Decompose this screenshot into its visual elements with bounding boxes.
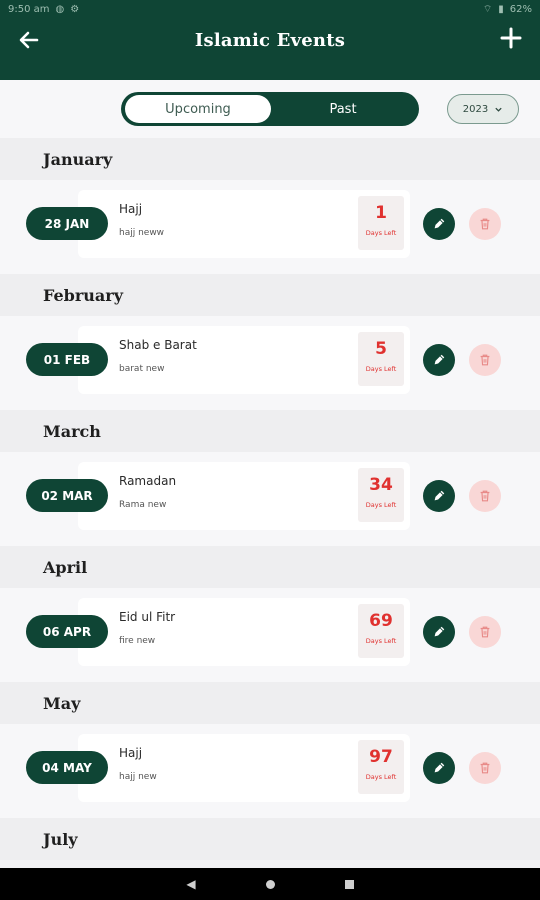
event-title: Shab e Barat	[119, 338, 197, 352]
event-row: 28 JAN Hajj hajj neww 1 Days Left	[0, 180, 540, 274]
wifi-icon: ⌔	[482, 3, 493, 15]
status-bar: 9:50 am ◍ ⚙ ⌔ ▮ 62%	[0, 0, 540, 18]
filter-bar: Upcoming Past 2023	[0, 80, 540, 138]
edit-button[interactable]	[423, 480, 455, 512]
days-left-box: 34 Days Left	[358, 468, 404, 522]
event-date: 02 MAR	[26, 479, 108, 512]
settings-icon: ⚙	[70, 3, 80, 15]
events-list[interactable]: January 28 JAN Hajj hajj neww 1 Days Lef…	[0, 138, 540, 868]
days-left-count: 5	[375, 339, 387, 359]
event-subtitle: hajj new	[119, 772, 157, 782]
notification-icon: ◍	[55, 3, 65, 15]
event-title: Eid ul Fitr	[119, 610, 176, 624]
month-header: April	[0, 546, 540, 588]
trash-icon	[480, 354, 490, 366]
event-subtitle: hajj neww	[119, 228, 165, 238]
event-card[interactable]: Ramadan Rama new 34 Days Left	[78, 462, 410, 530]
trash-icon	[480, 490, 490, 502]
days-left-count: 1	[375, 203, 387, 223]
month-header: July	[0, 818, 540, 860]
battery-level: 62%	[509, 3, 532, 15]
days-left-count: 69	[369, 611, 393, 631]
month-header: March	[0, 410, 540, 452]
edit-button[interactable]	[423, 208, 455, 240]
pencil-icon	[434, 626, 445, 637]
days-left-label: Days Left	[365, 501, 397, 509]
event-row: 04 MAY Hajj hajj new 97 Days Left	[0, 724, 540, 818]
plus-icon[interactable]	[496, 26, 526, 56]
event-card[interactable]: Hajj hajj new 97 Days Left	[78, 734, 410, 802]
delete-button[interactable]	[469, 616, 501, 648]
edit-button[interactable]	[423, 752, 455, 784]
days-left-label: Days Left	[365, 773, 397, 781]
days-left-label: Days Left	[365, 637, 397, 645]
event-card[interactable]: Hajj hajj neww 1 Days Left	[78, 190, 410, 258]
delete-button[interactable]	[469, 208, 501, 240]
delete-button[interactable]	[469, 480, 501, 512]
status-time: 9:50 am	[8, 3, 50, 15]
days-left-box: 5 Days Left	[358, 332, 404, 386]
days-left-label: Days Left	[365, 229, 397, 237]
tab-upcoming[interactable]: Upcoming	[125, 95, 271, 123]
trash-icon	[480, 218, 490, 230]
event-row: 06 APR Eid ul Fitr fire new 69 Days Left	[0, 588, 540, 682]
days-left-count: 34	[369, 475, 393, 495]
trash-icon	[480, 626, 490, 638]
pencil-icon	[434, 354, 445, 365]
upcoming-past-toggle: Upcoming Past	[121, 92, 419, 126]
nav-recents-icon[interactable]	[344, 879, 354, 889]
trash-icon	[480, 762, 490, 774]
system-nav-bar: ◀	[0, 868, 540, 900]
event-card[interactable]: Eid ul Fitr fire new 69 Days Left	[78, 598, 410, 666]
chevron-down-icon	[495, 107, 502, 112]
pencil-icon	[434, 490, 445, 501]
app-bar: Islamic Events	[0, 18, 540, 80]
days-left-box: 69 Days Left	[358, 604, 404, 658]
month-header: February	[0, 274, 540, 316]
event-subtitle: Rama new	[119, 500, 167, 510]
nav-back-icon[interactable]: ◀	[186, 877, 195, 891]
event-date: 28 JAN	[26, 207, 108, 240]
days-left-count: 97	[369, 747, 393, 767]
days-left-box: 97 Days Left	[358, 740, 404, 794]
pencil-icon	[434, 762, 445, 773]
event-title: Hajj	[119, 202, 143, 216]
edit-button[interactable]	[423, 344, 455, 376]
event-row: 01 FEB Shab e Barat barat new 5 Days Lef…	[0, 316, 540, 410]
event-card[interactable]: Shab e Barat barat new 5 Days Left	[78, 326, 410, 394]
year-dropdown[interactable]: 2023	[447, 94, 519, 124]
event-date: 01 FEB	[26, 343, 108, 376]
nav-home-icon[interactable]	[265, 879, 275, 889]
page-title: Islamic Events	[194, 30, 346, 51]
event-title: Ramadan	[119, 474, 177, 488]
month-header: May	[0, 682, 540, 724]
delete-button[interactable]	[469, 344, 501, 376]
event-subtitle: barat new	[119, 364, 165, 374]
days-left-box: 1 Days Left	[358, 196, 404, 250]
event-row: 02 MAR Ramadan Rama new 34 Days Left	[0, 452, 540, 546]
event-title: Hajj	[119, 746, 143, 760]
tab-past[interactable]: Past	[271, 95, 415, 123]
pencil-icon	[434, 218, 445, 229]
edit-button[interactable]	[423, 616, 455, 648]
year-value: 2023	[462, 103, 489, 115]
event-subtitle: fire new	[119, 636, 156, 646]
delete-button[interactable]	[469, 752, 501, 784]
event-date: 04 MAY	[26, 751, 108, 784]
days-left-label: Days Left	[365, 365, 397, 373]
battery-icon: ▮	[498, 3, 504, 15]
month-header: January	[0, 138, 540, 180]
event-date: 06 APR	[26, 615, 108, 648]
